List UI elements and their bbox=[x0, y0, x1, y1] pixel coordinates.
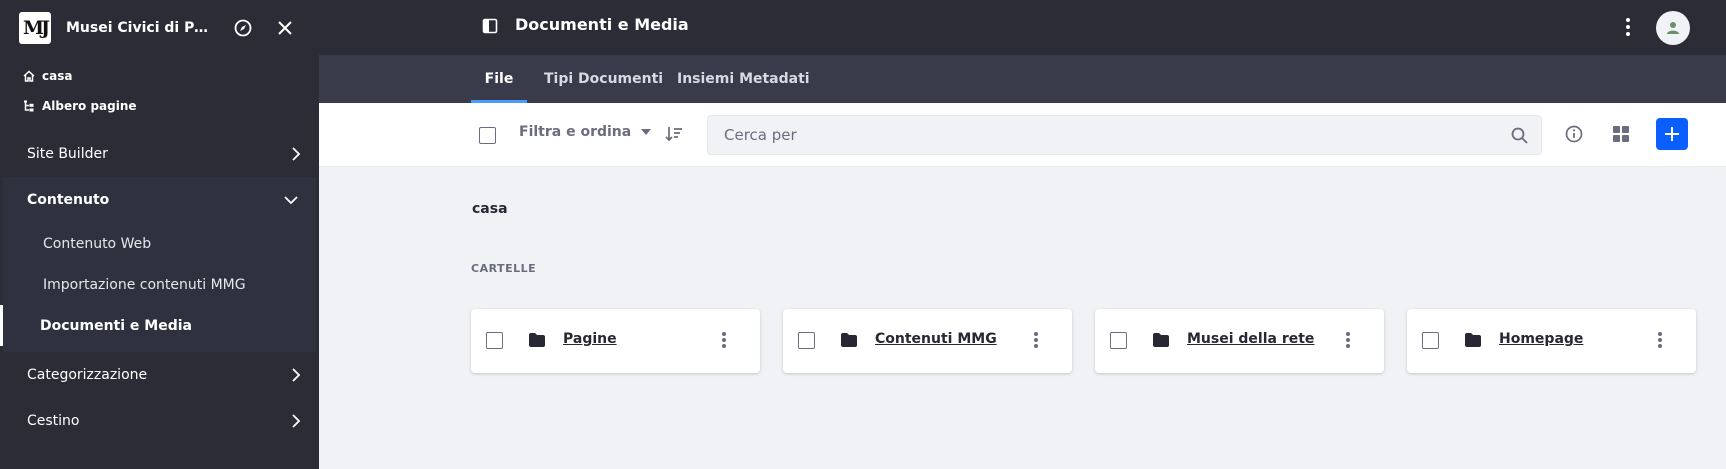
breadcrumb: casa bbox=[472, 201, 508, 217]
filter-and-order-dropdown[interactable]: Filtra e ordina bbox=[519, 124, 652, 140]
folder-actions-kebab-icon[interactable] bbox=[721, 331, 727, 349]
compass-icon[interactable] bbox=[228, 13, 258, 43]
folder-name-link[interactable]: Contenuti MMG bbox=[875, 331, 997, 347]
section-label: Cestino bbox=[27, 413, 80, 429]
grid-view-icon[interactable] bbox=[1612, 125, 1630, 147]
folder-icon bbox=[1465, 333, 1481, 347]
page-title: Documenti e Media bbox=[515, 15, 689, 34]
folder-checkbox[interactable] bbox=[798, 332, 815, 349]
folder-card[interactable]: Musei della rete bbox=[1095, 309, 1384, 373]
user-avatar[interactable] bbox=[1656, 11, 1690, 45]
product-menu-sidebar: MJ Musei Civici di Palazzo casa Albero p… bbox=[0, 0, 319, 469]
options-kebab-icon[interactable] bbox=[1625, 17, 1631, 41]
folder-card[interactable]: Homepage bbox=[1407, 309, 1696, 373]
tab-insiemi-metadati[interactable]: Insiemi Metadati bbox=[677, 55, 810, 103]
quick-link-home[interactable]: casa bbox=[0, 61, 319, 91]
folder-card[interactable]: Pagine bbox=[471, 309, 760, 373]
folder-checkbox[interactable] bbox=[1110, 332, 1127, 349]
folder-name-link[interactable]: Pagine bbox=[563, 331, 617, 347]
search-icon[interactable] bbox=[1511, 127, 1528, 144]
quick-links: casa Albero pagine bbox=[0, 55, 319, 121]
control-menu: Documenti e Media bbox=[319, 0, 1726, 55]
chevron-right-icon bbox=[292, 414, 301, 428]
select-all-checkbox[interactable] bbox=[479, 127, 496, 144]
folder-card[interactable]: Contenuti MMG bbox=[783, 309, 1072, 373]
folder-icon bbox=[1153, 333, 1169, 347]
sidebar-item-contenuto-web[interactable]: Contenuto Web bbox=[3, 223, 316, 264]
page-tree-icon bbox=[24, 100, 34, 112]
site-logo[interactable]: MJ bbox=[19, 11, 51, 44]
section-label: Categorizzazione bbox=[27, 367, 148, 383]
add-button[interactable] bbox=[1656, 118, 1688, 150]
sidebar-toggle-icon[interactable] bbox=[482, 18, 498, 38]
search-bar bbox=[707, 115, 1542, 155]
folder-actions-kebab-icon[interactable] bbox=[1345, 331, 1351, 349]
sidebar-item-documenti-media[interactable]: Documenti e Media bbox=[0, 305, 316, 346]
folder-icon bbox=[529, 333, 545, 347]
contenuto-submenu: Contenuto Web Importazione contenuti MMG… bbox=[0, 223, 316, 352]
chevron-right-icon bbox=[292, 368, 301, 382]
sidebar-section-site-builder[interactable]: Site Builder bbox=[0, 131, 319, 177]
info-icon[interactable] bbox=[1565, 125, 1583, 147]
search-input[interactable] bbox=[708, 126, 1488, 144]
sort-order-icon[interactable] bbox=[665, 125, 683, 147]
quick-link-page-tree[interactable]: Albero pagine bbox=[0, 91, 319, 121]
folders-heading: CARTELLE bbox=[471, 262, 537, 275]
sidebar-section-cestino[interactable]: Cestino bbox=[0, 398, 319, 444]
folder-checkbox[interactable] bbox=[486, 332, 503, 349]
folder-actions-kebab-icon[interactable] bbox=[1033, 331, 1039, 349]
tab-tipi-documenti[interactable]: Tipi Documenti bbox=[544, 55, 663, 103]
section-label: Site Builder bbox=[27, 146, 108, 162]
caret-down-icon bbox=[641, 129, 652, 135]
home-icon bbox=[23, 70, 35, 82]
sidebar-section-categorizzazione[interactable]: Categorizzazione bbox=[0, 352, 319, 398]
management-toolbar: Filtra e ordina bbox=[319, 103, 1726, 167]
sidebar-item-importazione-mmg[interactable]: Importazione contenuti MMG bbox=[3, 264, 316, 305]
folder-actions-kebab-icon[interactable] bbox=[1657, 331, 1663, 349]
folder-checkbox[interactable] bbox=[1422, 332, 1439, 349]
site-name[interactable]: Musei Civici di Palazzo bbox=[66, 20, 216, 36]
user-icon bbox=[1667, 22, 1679, 34]
quick-link-label: casa bbox=[42, 69, 73, 83]
chevron-right-icon bbox=[292, 147, 301, 161]
tab-file[interactable]: File bbox=[471, 55, 527, 103]
folder-name-link[interactable]: Musei della rete bbox=[1187, 331, 1314, 347]
sidebar-section-contenuto[interactable]: Contenuto bbox=[3, 177, 316, 223]
site-header: MJ Musei Civici di Palazzo bbox=[0, 0, 319, 55]
section-label: Contenuto bbox=[27, 192, 110, 208]
chevron-down-icon bbox=[284, 196, 298, 205]
folder-icon bbox=[841, 333, 857, 347]
quick-link-label: Albero pagine bbox=[42, 99, 137, 113]
close-icon[interactable] bbox=[270, 13, 300, 43]
filter-label: Filtra e ordina bbox=[519, 124, 632, 140]
navigation-tabs: File Tipi Documenti Insiemi Metadati bbox=[319, 55, 1726, 103]
plus-icon bbox=[1665, 127, 1679, 141]
folder-name-link[interactable]: Homepage bbox=[1499, 331, 1583, 347]
